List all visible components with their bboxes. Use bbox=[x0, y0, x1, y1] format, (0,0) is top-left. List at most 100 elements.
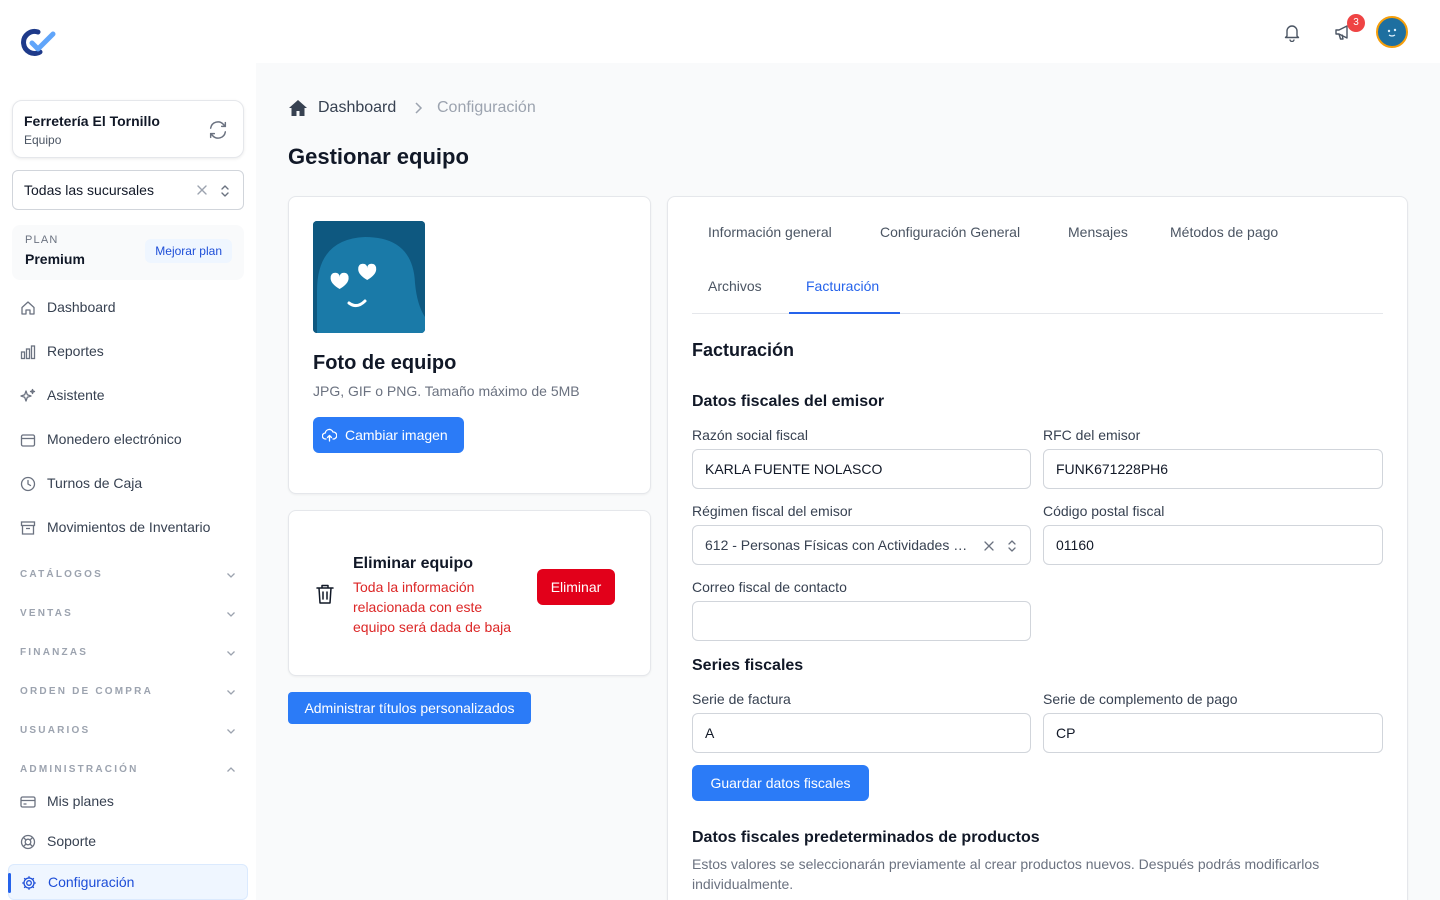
save-fiscal-data-button[interactable]: Guardar datos fiscales bbox=[692, 765, 869, 801]
tab-informacion-general[interactable]: Información general bbox=[708, 224, 832, 240]
clear-icon[interactable] bbox=[195, 182, 209, 198]
tab-configuracion-general[interactable]: Configuración General bbox=[880, 224, 1020, 240]
breadcrumb-dashboard[interactable]: Dashboard bbox=[318, 99, 396, 117]
rfc-input[interactable]: FUNK671228PH6 bbox=[1043, 449, 1383, 489]
sidebar-item-label: Mis planes bbox=[47, 793, 114, 809]
sidebar-item-label: Dashboard bbox=[47, 299, 116, 315]
active-tab-indicator bbox=[789, 312, 900, 314]
series-heading: Series fiscales bbox=[692, 657, 804, 674]
notification-badge: 3 bbox=[1347, 14, 1365, 32]
team-name: Ferretería El Tornillo bbox=[24, 113, 160, 129]
section-ventas[interactable]: VENTAS bbox=[20, 606, 236, 622]
sidebar: Ferretería El Tornillo Equipo Todas las … bbox=[0, 0, 256, 900]
team-subtitle: Equipo bbox=[24, 133, 62, 147]
archive-icon bbox=[20, 520, 36, 536]
section-usuarios[interactable]: USUARIOS bbox=[20, 723, 236, 739]
plan-label: PLAN bbox=[25, 234, 59, 246]
chevron-down-icon bbox=[226, 609, 236, 619]
sidebar-item-label: Reportes bbox=[47, 343, 104, 359]
tab-archivos[interactable]: Archivos bbox=[708, 278, 762, 294]
regimen-value: 612 - Personas Físicas con Actividades E… bbox=[705, 537, 975, 553]
section-administracion[interactable]: ADMINISTRACIÓN bbox=[20, 762, 236, 778]
chevron-down-icon bbox=[226, 648, 236, 658]
upgrade-plan-button[interactable]: Mejorar plan bbox=[145, 239, 232, 263]
issuer-heading: Datos fiscales del emisor bbox=[692, 393, 885, 410]
cp-value: 01160 bbox=[1056, 537, 1094, 553]
clear-icon[interactable] bbox=[982, 538, 996, 554]
serie-factura-input[interactable]: A bbox=[692, 713, 1031, 753]
section-finanzas[interactable]: FINANZAS bbox=[20, 645, 236, 661]
sidebar-item-soporte[interactable]: Soporte bbox=[8, 824, 248, 860]
refresh-icon[interactable] bbox=[207, 119, 229, 141]
section-title: USUARIOS bbox=[20, 725, 91, 736]
cp-input[interactable]: 01160 bbox=[1043, 525, 1383, 565]
plan-box: PLAN Premium Mejorar plan bbox=[12, 225, 244, 280]
section-title: FINANZAS bbox=[20, 647, 89, 658]
sidebar-item-label: Asistente bbox=[47, 387, 105, 403]
lifebuoy-icon bbox=[20, 834, 36, 850]
photo-card-title: Foto de equipo bbox=[313, 352, 457, 374]
home-icon[interactable] bbox=[288, 99, 308, 117]
gear-icon bbox=[21, 875, 37, 891]
delete-team-warning: Toda la información relacionada con este… bbox=[353, 579, 512, 635]
tab-mensajes[interactable]: Mensajes bbox=[1068, 224, 1128, 240]
section-orden-compra[interactable]: ORDEN DE COMPRA bbox=[20, 684, 236, 700]
serie-complemento-value: CP bbox=[1056, 725, 1076, 741]
section-title: Facturación bbox=[692, 340, 795, 360]
team-switcher[interactable]: Ferretería El Tornillo Equipo bbox=[12, 100, 244, 158]
serie-complemento-input[interactable]: CP bbox=[1043, 713, 1383, 753]
product-defaults-description: Estos valores se seleccionarán previamen… bbox=[692, 856, 1320, 892]
correo-input[interactable] bbox=[692, 601, 1031, 641]
sidebar-item-label: Movimientos de Inventario bbox=[47, 519, 211, 535]
rfc-value: FUNK671228PH6 bbox=[1056, 461, 1169, 477]
manage-custom-titles-button[interactable]: Administrar títulos personalizados bbox=[288, 692, 531, 724]
page-title: Gestionar equipo bbox=[288, 144, 469, 169]
clock-icon bbox=[20, 476, 36, 492]
regimen-label: Régimen fiscal del emisor bbox=[692, 503, 853, 519]
chevron-down-icon bbox=[226, 687, 236, 697]
regimen-select[interactable]: 612 - Personas Físicas con Actividades E… bbox=[692, 525, 1031, 565]
rfc-label: RFC del emisor bbox=[1043, 427, 1141, 443]
delete-team-button[interactable]: Eliminar bbox=[537, 569, 615, 605]
product-defaults-heading: Datos fiscales predeterminados de produc… bbox=[692, 829, 1040, 846]
change-image-button[interactable]: Cambiar imagen bbox=[313, 417, 464, 453]
sidebar-item-dashboard[interactable]: Dashboard bbox=[8, 290, 248, 326]
section-title: CATÁLOGOS bbox=[20, 569, 103, 580]
section-catalogos[interactable]: CATÁLOGOS bbox=[20, 567, 236, 583]
breadcrumb-current: Configuración bbox=[437, 99, 536, 116]
delete-team-card: Eliminar equipo Toda la información rela… bbox=[288, 510, 651, 676]
user-avatar[interactable] bbox=[1376, 16, 1408, 48]
sidebar-item-configuracion[interactable]: Configuración bbox=[8, 864, 248, 900]
trash-icon bbox=[315, 583, 335, 605]
sidebar-item-monedero[interactable]: Monedero electrónico bbox=[8, 422, 248, 458]
branch-select-value: Todas las sucursales bbox=[24, 182, 154, 198]
home-icon bbox=[20, 300, 36, 316]
chevron-down-icon bbox=[226, 570, 236, 580]
app-logo[interactable] bbox=[20, 28, 56, 58]
correo-label: Correo fiscal de contacto bbox=[692, 579, 847, 595]
tab-facturacion[interactable]: Facturación bbox=[806, 278, 879, 294]
topbar: 3 bbox=[256, 0, 1440, 63]
razon-social-label: Razón social fiscal bbox=[692, 427, 808, 443]
tab-metodos-pago[interactable]: Métodos de pago bbox=[1170, 224, 1278, 240]
cp-label: Código postal fiscal bbox=[1043, 503, 1165, 519]
chevron-right-icon bbox=[412, 101, 424, 115]
change-image-label: Cambiar imagen bbox=[345, 427, 448, 443]
razon-social-input[interactable]: KARLA FUENTE NOLASCO bbox=[692, 449, 1031, 489]
sidebar-item-movimientos-inventario[interactable]: Movimientos de Inventario bbox=[8, 510, 248, 546]
sidebar-item-asistente[interactable]: Asistente bbox=[8, 378, 248, 414]
sidebar-item-mis-planes[interactable]: Mis planes bbox=[8, 784, 248, 820]
chevron-up-icon bbox=[226, 765, 236, 775]
team-photo-card: Foto de equipo JPG, GIF o PNG. Tamaño má… bbox=[288, 196, 651, 494]
sidebar-item-label: Soporte bbox=[47, 833, 97, 849]
sparkles-icon bbox=[20, 388, 36, 404]
branch-select[interactable]: Todas las sucursales bbox=[12, 170, 244, 210]
settings-card: Información general Configuración Genera… bbox=[667, 196, 1408, 900]
bell-icon[interactable] bbox=[1282, 22, 1302, 42]
wallet-icon bbox=[20, 432, 36, 448]
sidebar-item-turnos-caja[interactable]: Turnos de Caja bbox=[8, 466, 248, 502]
section-title: ORDEN DE COMPRA bbox=[20, 686, 154, 697]
delete-team-title: Eliminar equipo bbox=[353, 555, 474, 572]
chevron-up-down-icon bbox=[219, 182, 231, 200]
sidebar-item-reportes[interactable]: Reportes bbox=[8, 334, 248, 370]
